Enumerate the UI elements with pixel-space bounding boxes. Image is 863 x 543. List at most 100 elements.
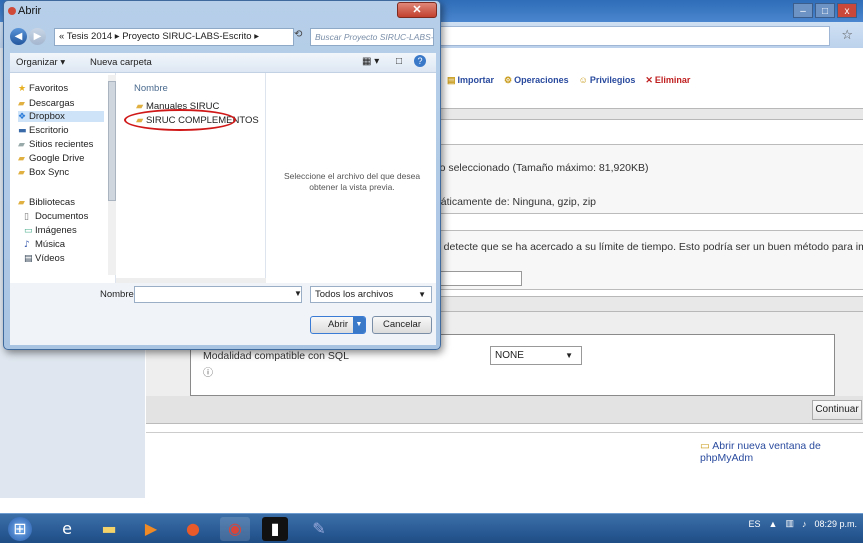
open-file-dialog: Abrir ✕ ◀ ▶ « Tesis 2014 ▸ Proyecto SIRU… <box>3 0 441 350</box>
preview-pane: Seleccione el archivo del que desea obte… <box>266 73 436 283</box>
section-divider <box>430 108 863 120</box>
tray-arrow-icon[interactable]: ▲ <box>769 519 778 529</box>
nav-scrollbar-thumb[interactable] <box>108 81 116 201</box>
tab-privilegios[interactable]: ☺ Privilegios <box>579 75 636 86</box>
window-icon: ▭ <box>700 440 713 452</box>
taskbar: ⊞ e ▬ ▶ ● ◉ ▮ ✎ ES ▲ ▥ ♪ 08:29 p.m. <box>0 513 863 543</box>
partial-import-text: pt detecte que se ha acercado a su límit… <box>432 241 863 253</box>
document-icon: ▯ <box>24 212 29 222</box>
nav-sitios-recientes[interactable]: ▰ Sitios recientes <box>18 139 93 150</box>
compression-text: máticamente de: Ninguna, gzip, zip <box>432 196 597 208</box>
filename-dropdown-icon[interactable]: ▼ <box>294 289 302 298</box>
window-controls: – □ x <box>793 3 857 18</box>
nav-favoritos[interactable]: ★ Favoritos <box>18 83 68 94</box>
sql-mode-select[interactable]: NONE ▼ <box>490 346 582 365</box>
preview-pane-icon[interactable]: □ <box>396 56 402 67</box>
dropdown-arrow-icon: ▼ <box>418 290 426 299</box>
file-type-select[interactable]: Todos los archivos ▼ <box>310 286 432 303</box>
skip-queries-input[interactable] <box>432 271 522 286</box>
network-icon[interactable]: ▥ <box>785 518 794 529</box>
image-icon: ▭ <box>24 226 33 236</box>
explorer-icon[interactable]: ▬ <box>94 517 124 541</box>
paint-icon[interactable]: ✎ <box>304 517 334 541</box>
nav-videos[interactable]: ▤ Vídeos <box>24 253 65 264</box>
sql-mode-label: Modalidad compatible con SQL <box>203 350 349 362</box>
back-icon[interactable]: ◀ <box>10 28 27 45</box>
nav-descargas[interactable]: ▰ Descargas <box>18 98 74 109</box>
dropbox-icon: ❖ <box>18 112 27 122</box>
continue-button[interactable]: Continuar <box>812 400 862 420</box>
column-header-nombre[interactable]: Nombre <box>134 83 168 94</box>
folder-icon: ▰ <box>18 99 25 109</box>
chrome-app-icon <box>8 7 16 15</box>
help-icon[interactable]: ⓘ <box>203 364 213 379</box>
delete-icon: ✕ <box>645 75 653 85</box>
music-icon: ♪ <box>24 240 30 250</box>
nav-escritorio[interactable]: ▬ Escritorio <box>18 125 69 136</box>
tab-eliminar[interactable]: ✕ Eliminar <box>645 75 690 86</box>
dialog-content: ★ Favoritos ▰ Descargas ❖ Dropbox ▬ Escritor… <box>10 73 436 286</box>
import-icon: ▤ <box>447 75 456 85</box>
filename-input[interactable] <box>134 286 302 303</box>
nav-imagenes[interactable]: ▭ Imágenes <box>24 225 77 236</box>
video-icon: ▤ <box>24 254 33 264</box>
nav-box-sync[interactable]: ▰ Box Sync <box>18 167 69 178</box>
open-button[interactable]: Abrir ▼ <box>310 316 366 334</box>
folder-icon: ▰ <box>18 168 25 178</box>
file-list-pane: Nombre ▰ Manuales SIRUC ▰ SIRUC COMPLEME… <box>116 73 266 283</box>
nav-google-drive[interactable]: ▰ Google Drive <box>18 153 84 164</box>
view-icon[interactable]: ▦ ▾ <box>362 56 379 67</box>
new-folder-button[interactable]: Nueva carpeta <box>90 57 152 68</box>
firefox-icon[interactable]: ● <box>178 517 208 541</box>
pma-tabs: ▤ Importar ⚙ Operaciones ☺ Privilegios ✕ Eli… <box>447 75 690 86</box>
dialog-bottom: Nombre: ▼ Todos los archivos ▼ Abrir ▼ Can… <box>10 283 436 345</box>
close-icon[interactable]: x <box>837 3 857 18</box>
chrome-icon[interactable]: ◉ <box>220 517 250 541</box>
divider <box>146 432 863 433</box>
preview-message: Seleccione el archivo del que desea obte… <box>283 171 421 192</box>
language-indicator[interactable]: ES <box>749 519 761 529</box>
address-bar[interactable] <box>430 26 830 46</box>
desktop-icon: ▬ <box>18 126 27 136</box>
help-icon[interactable]: ? <box>414 55 426 67</box>
library-icon: ▰ <box>18 198 25 208</box>
filename-label: Nombre: <box>100 289 137 300</box>
minimize-icon[interactable]: – <box>793 3 813 18</box>
dialog-title: Abrir <box>18 5 42 17</box>
file-info-text: ivo seleccionado (Tamaño máximo: 81,920K… <box>432 162 649 174</box>
dropdown-arrow-icon: ▼ <box>565 351 573 360</box>
maximize-icon[interactable]: □ <box>815 3 835 18</box>
recent-icon: ▰ <box>18 140 25 150</box>
ie-icon[interactable]: e <box>52 517 82 541</box>
new-window-link[interactable]: ▭ Abrir nueva ventana de phpMyAdm <box>700 440 863 464</box>
search-input[interactable]: Buscar Proyecto SIRUC-LABS-E... <box>310 28 434 46</box>
organize-button[interactable]: Organizar ▾ <box>16 57 65 68</box>
system-tray: ES ▲ ▥ ♪ 08:29 p.m. <box>749 518 857 529</box>
navigation-pane: ★ Favoritos ▰ Descargas ❖ Dropbox ▬ Escritor… <box>10 73 116 283</box>
start-icon[interactable]: ⊞ <box>8 517 32 541</box>
nav-documentos[interactable]: ▯ Documentos <box>24 211 88 222</box>
tab-operaciones[interactable]: ⚙ Operaciones <box>504 75 569 86</box>
nav-bibliotecas[interactable]: ▰ Bibliotecas <box>18 197 75 208</box>
cancel-button[interactable]: Cancelar <box>372 316 432 334</box>
clock[interactable]: 08:29 p.m. <box>814 519 857 529</box>
command-bar: Organizar ▾ Nueva carpeta ▦ ▾ □ ? <box>10 53 436 73</box>
forward-icon[interactable]: ▶ <box>29 28 46 45</box>
folder-icon: ▰ <box>18 154 25 164</box>
dialog-close-button[interactable]: ✕ <box>397 2 437 18</box>
volume-icon[interactable]: ♪ <box>802 519 807 529</box>
cmd-icon[interactable]: ▮ <box>262 517 288 541</box>
refresh-icon[interactable]: ⟲ <box>294 29 302 40</box>
users-icon: ☺ <box>578 75 588 85</box>
highlight-ellipse <box>124 109 236 131</box>
bookmark-star-icon[interactable]: ☆ <box>841 28 853 43</box>
dialog-nav-row: ◀ ▶ « Tesis 2014 ▸ Proyecto SIRUC-LABS-E… <box>10 28 436 50</box>
star-icon: ★ <box>18 84 27 94</box>
nav-musica[interactable]: ♪ Música <box>24 239 65 250</box>
nav-dropbox[interactable]: ❖ Dropbox <box>18 111 104 122</box>
tab-importar[interactable]: ▤ Importar <box>447 75 494 86</box>
wrench-icon: ⚙ <box>504 75 513 85</box>
media-icon[interactable]: ▶ <box>136 517 166 541</box>
split-arrow-icon[interactable]: ▼ <box>353 317 365 333</box>
breadcrumb[interactable]: « Tesis 2014 ▸ Proyecto SIRUC-LABS-Escri… <box>54 28 294 46</box>
